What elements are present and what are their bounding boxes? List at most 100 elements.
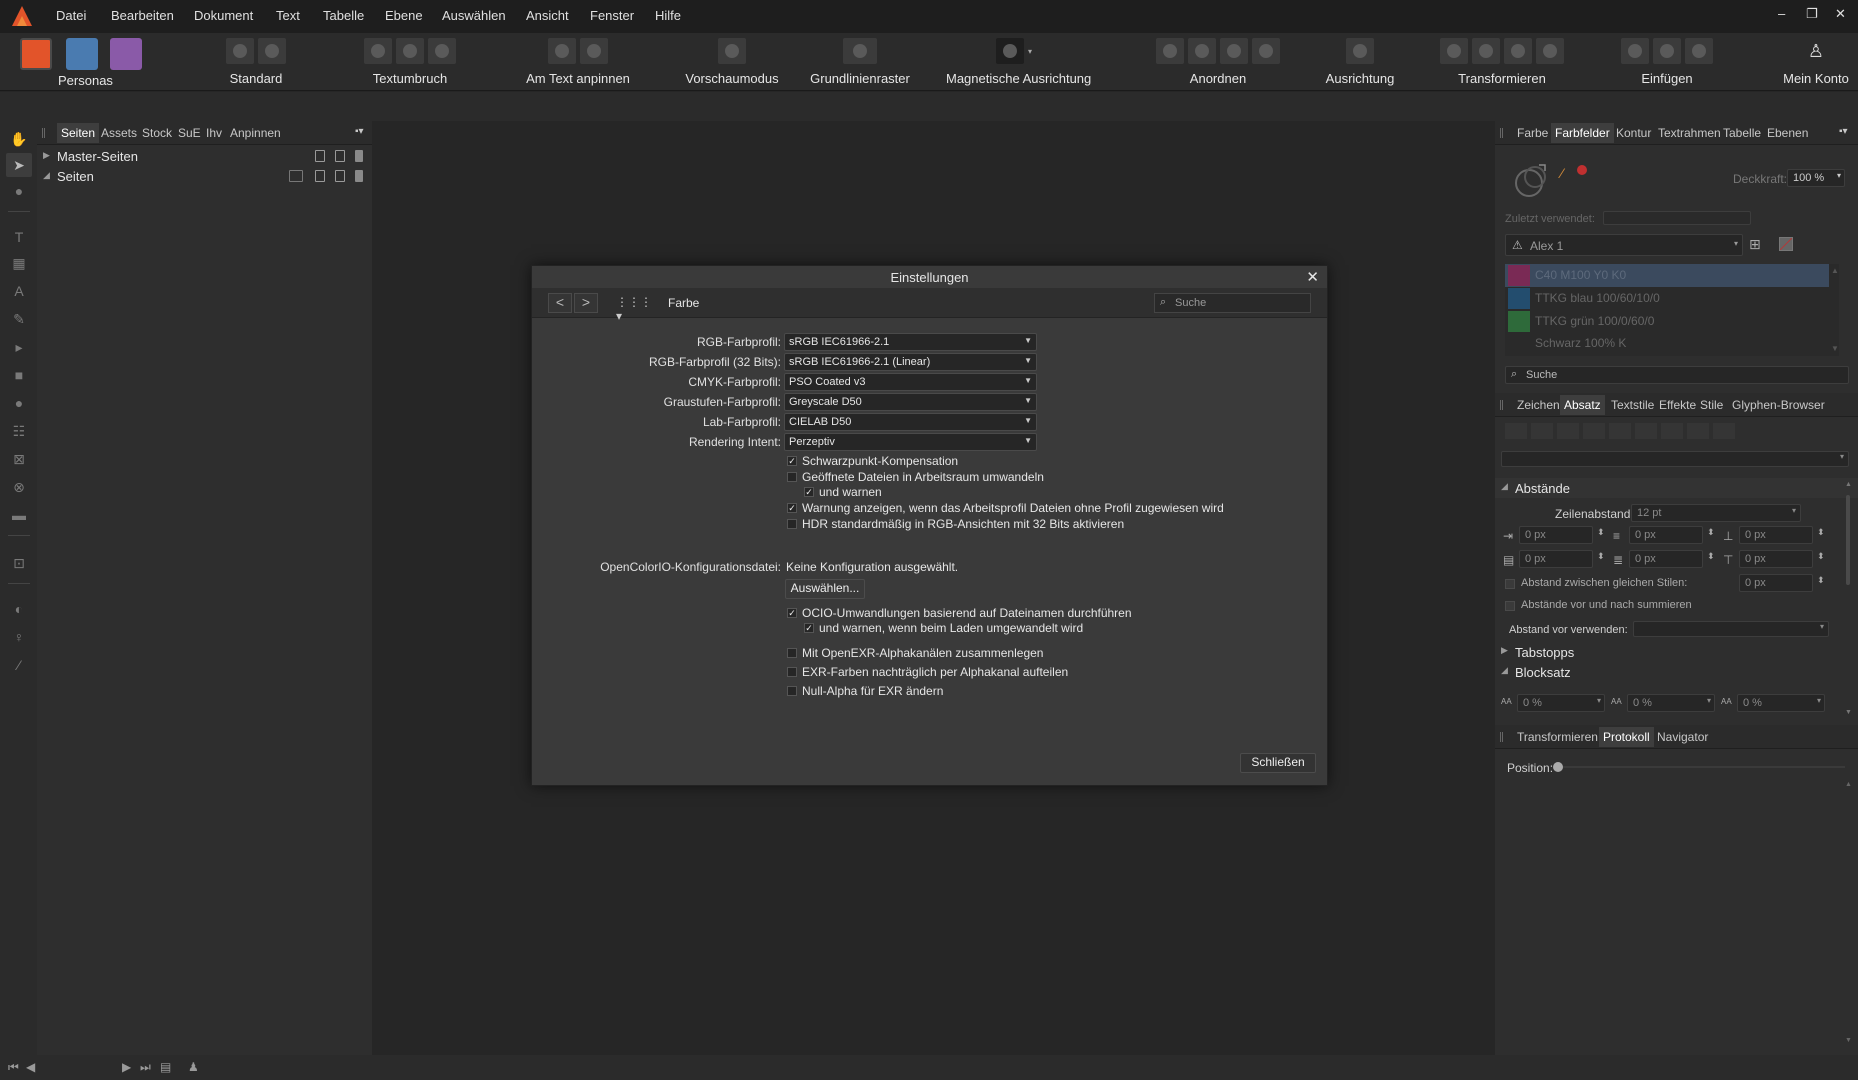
cmyk-profile-select[interactable]: PSO Coated v3 ▼ [784, 373, 1037, 391]
dialog-search-input[interactable]: ⌕ Suche [1154, 293, 1311, 313]
tab-farbe[interactable]: Farbe [1517, 126, 1548, 140]
add-swatch-icon[interactable]: ⊞ [1749, 236, 1761, 253]
scroll-up-icon[interactable]: ▲ [1845, 781, 1852, 788]
indent-first-field[interactable]: 0 px [1629, 526, 1703, 544]
tab-transformieren[interactable]: Transformieren [1517, 730, 1598, 744]
checkbox[interactable]: ✓ [804, 623, 814, 633]
tab-seiten[interactable]: Seiten [57, 123, 100, 143]
rect-frame-tool-icon[interactable]: ⊠ [10, 451, 28, 467]
check-hdr-default[interactable]: HDR standardmäßig in RGB-Ansichten mit 3… [787, 517, 1124, 531]
expand-triangle-icon[interactable]: ▶ [43, 150, 50, 161]
none-color-icon[interactable] [1577, 165, 1587, 175]
menu-datei[interactable]: Datei [56, 8, 86, 23]
insert-page-icon[interactable] [315, 170, 325, 182]
toolbar-mein-konto[interactable]: ♙ Mein Konto [1774, 37, 1858, 87]
tab-kontur[interactable]: Kontur [1616, 126, 1651, 140]
align-center-icon[interactable] [1531, 423, 1553, 439]
tab-farbfelder[interactable]: Farbfelder [1551, 123, 1614, 143]
page-options-icon[interactable] [289, 170, 303, 182]
space-before-field[interactable]: 0 px [1739, 526, 1813, 544]
checkbox[interactable] [787, 519, 797, 529]
menu-ansicht[interactable]: Ansicht [526, 8, 569, 23]
align-towards-spine-icon[interactable] [1687, 423, 1709, 439]
toolbar-standard[interactable]: Standard [206, 37, 306, 86]
stepper-icon[interactable]: ⬍ [1817, 575, 1825, 586]
toolbar-transformieren[interactable]: Transformieren [1432, 37, 1572, 86]
stepper-icon[interactable]: ⬍ [1707, 527, 1715, 538]
glyph-scaling-field[interactable]: 0 % ▾ [1737, 694, 1825, 712]
menu-ebene[interactable]: Ebene [385, 8, 423, 23]
close-window-icon[interactable]: ✕ [1835, 6, 1846, 22]
word-spacing-field[interactable]: 0 % ▾ [1517, 694, 1605, 712]
section-abstaende[interactable]: ◢ Abstände [1495, 478, 1858, 498]
swatch-color-3[interactable] [1508, 311, 1530, 332]
scroll-down-icon[interactable]: ▼ [1845, 1037, 1852, 1044]
last-page-icon[interactable]: ⏭ [140, 1060, 151, 1075]
minimize-icon[interactable]: – [1778, 6, 1785, 21]
forward-arrow-icon[interactable]: > [574, 293, 598, 313]
checkbox[interactable] [787, 472, 797, 482]
tab-tabelle[interactable]: Tabelle [1723, 126, 1761, 140]
menu-fenster[interactable]: Fenster [590, 8, 634, 23]
master-pages-row[interactable]: ▶ Master-Seiten [37, 147, 372, 166]
duplicate-master-icon[interactable] [335, 150, 345, 162]
recent-colors-strip[interactable] [1603, 211, 1751, 225]
frame-text-tool-icon[interactable]: T [10, 229, 28, 245]
zoom-tool-icon[interactable]: ● [10, 183, 28, 199]
justify-all-icon[interactable] [1661, 423, 1683, 439]
justify-center-icon[interactable] [1609, 423, 1631, 439]
panel-menu-icon[interactable]: ▪▾ [1839, 126, 1848, 137]
artistic-text-tool-icon[interactable]: A [10, 283, 28, 299]
rectangle-tool-icon[interactable]: ■ [10, 367, 28, 383]
use-before-select[interactable]: ▾ [1633, 621, 1829, 637]
toolbar-einfuegen[interactable]: Einfügen [1612, 37, 1722, 86]
panel-grip-icon[interactable] [1500, 732, 1503, 742]
paragraph-scrollbar[interactable]: ▲ ▼ [1845, 481, 1852, 721]
panel-menu-icon[interactable]: ▪▾ [355, 126, 364, 137]
stepper-icon[interactable]: ⬍ [1597, 527, 1605, 538]
ellipse-tool-icon[interactable]: ● [10, 395, 28, 411]
checkbox[interactable]: ✓ [787, 503, 797, 513]
history-slider[interactable] [1553, 762, 1845, 772]
move-tool-icon[interactable]: ➤ [6, 153, 32, 177]
check-and-warn[interactable]: ✓ und warnen [804, 485, 882, 499]
picker-tool-icon[interactable]: ♀ [10, 629, 28, 645]
checkbox[interactable] [787, 667, 797, 677]
same-style-checkbox[interactable] [1505, 579, 1515, 589]
scroll-up-icon[interactable]: ▲ [1831, 266, 1839, 275]
indent-left-field[interactable]: 0 px [1519, 526, 1593, 544]
tab-textstile[interactable]: Textstile [1611, 398, 1654, 412]
tab-ebenen[interactable]: Ebenen [1767, 126, 1808, 140]
tab-absatz[interactable]: Absatz [1560, 395, 1605, 415]
tab-stock[interactable]: Stock [142, 126, 172, 140]
toolbar-ausrichtung[interactable]: Ausrichtung [1312, 37, 1408, 86]
stepper-icon[interactable]: ⬍ [1817, 551, 1825, 562]
back-arrow-icon[interactable]: < [548, 293, 572, 313]
toolbar-textumbruch[interactable]: Textumbruch [350, 37, 470, 86]
swatch-color-2[interactable] [1508, 288, 1530, 309]
pan-icon[interactable]: ♟ [188, 1060, 199, 1074]
delete-master-icon[interactable] [355, 150, 363, 162]
checkbox[interactable]: ✓ [804, 487, 814, 497]
space-after-field[interactable]: 0 px [1739, 550, 1813, 568]
stepper-icon[interactable]: ⬍ [1707, 551, 1715, 562]
tab-textrahmen[interactable]: Textrahmen [1658, 126, 1721, 140]
check-merge-alpha[interactable]: Mit OpenEXR-Alphakanälen zusammenlegen [787, 646, 1043, 660]
fill-tool-icon[interactable]: ◐ [10, 601, 28, 617]
color-picker-icon[interactable]: ⁄ [1561, 165, 1563, 181]
insert-master-icon[interactable] [315, 150, 325, 162]
panel-grip-icon[interactable] [42, 128, 45, 138]
indent-right-field[interactable]: 0 px [1519, 550, 1593, 568]
panel-grip-icon[interactable] [1500, 400, 1503, 410]
toolbar-vorschaumodus[interactable]: Vorschaumodus [680, 37, 784, 86]
place-image-tool-icon[interactable]: ▬ [10, 507, 28, 523]
prev-page-icon[interactable]: ◀ [26, 1060, 35, 1074]
select-config-button[interactable]: Auswählen... [785, 579, 865, 599]
grey-profile-select[interactable]: Greyscale D50 ▼ [784, 393, 1037, 411]
stepper-icon[interactable]: ⬍ [1597, 551, 1605, 562]
toolbar-grundlinienraster[interactable]: Grundlinienraster [810, 37, 910, 86]
delete-page-icon[interactable] [355, 170, 363, 182]
table-tool-icon[interactable]: ▦ [10, 255, 28, 271]
toolbar-anordnen[interactable]: Anordnen [1148, 37, 1288, 86]
lab-profile-select[interactable]: CIELAB D50 ▼ [784, 413, 1037, 431]
